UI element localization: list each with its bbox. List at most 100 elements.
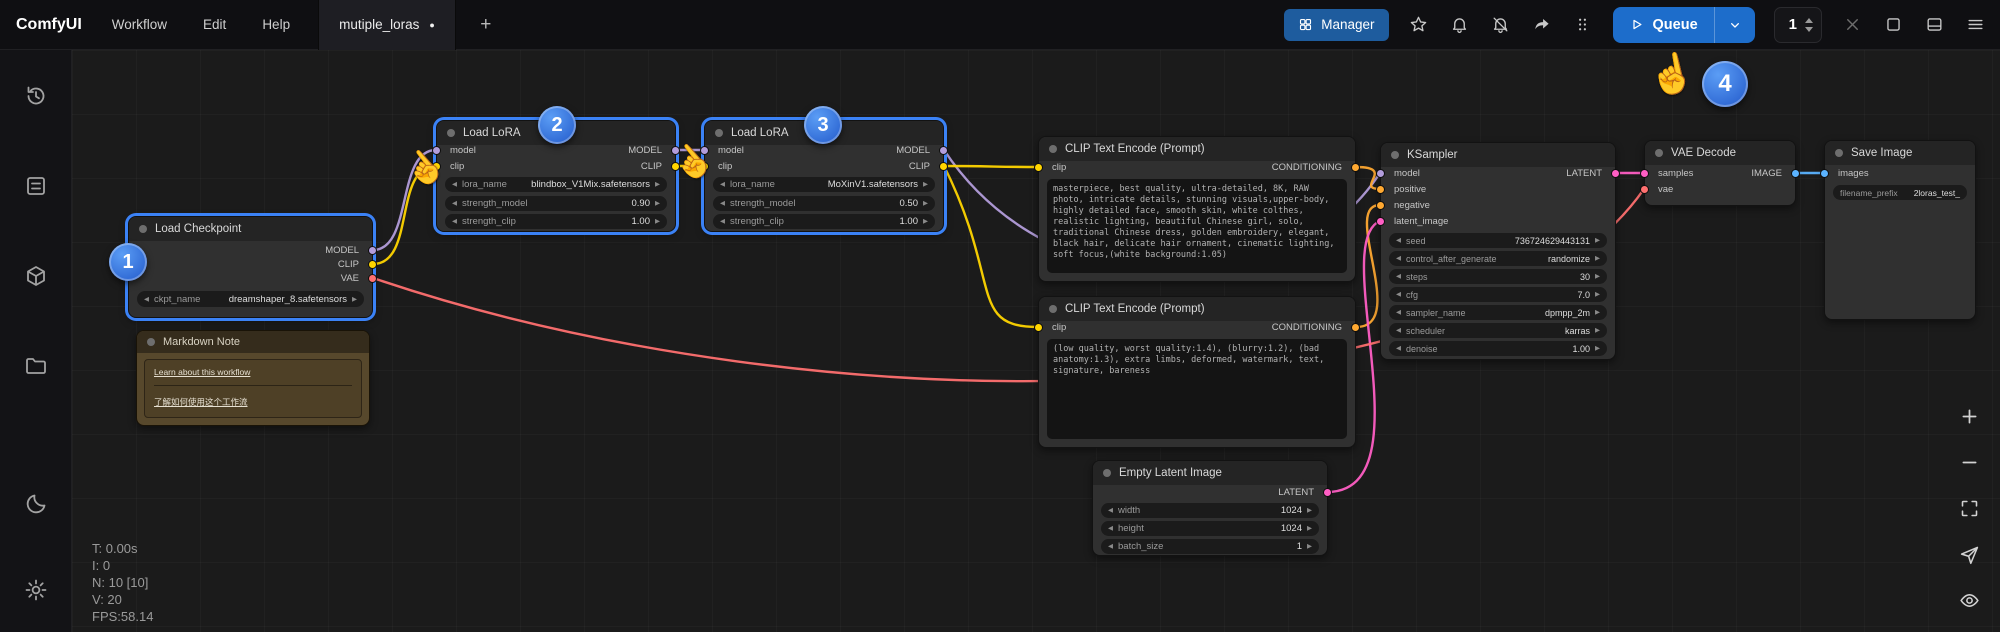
- model-output-port[interactable]: [939, 146, 948, 155]
- positive-input-port[interactable]: [1376, 185, 1385, 194]
- widget-lora-name[interactable]: ◀ lora_name blindbox_V1Mix.safetensors ▶: [445, 177, 667, 192]
- fit-view-button[interactable]: [1951, 490, 1987, 526]
- manager-button[interactable]: Manager: [1284, 8, 1389, 41]
- node-clip-negative-header[interactable]: CLIP Text Encode (Prompt): [1039, 297, 1355, 321]
- collapse-dot-icon[interactable]: [1835, 149, 1843, 157]
- workflow-history-button[interactable]: [16, 76, 56, 116]
- decrement-icon[interactable]: ◀: [452, 196, 457, 211]
- model-library-button[interactable]: [16, 256, 56, 296]
- increment-icon[interactable]: ▶: [1307, 521, 1312, 536]
- widget-batch-size[interactable]: ◀ batch_size 1 ▶: [1101, 539, 1319, 554]
- widget-strength-clip[interactable]: ◀ strength_clip 1.00 ▶: [445, 214, 667, 229]
- node-vae-decode-header[interactable]: VAE Decode: [1645, 141, 1795, 165]
- decrement-icon[interactable]: ◀: [1108, 503, 1113, 518]
- workflow-doc-link-zh[interactable]: 了解如何使用这个工作流: [154, 396, 352, 408]
- node-clip-positive-header[interactable]: CLIP Text Encode (Prompt): [1039, 137, 1355, 161]
- queue-button[interactable]: Queue: [1613, 7, 1714, 43]
- vae-output-port[interactable]: [368, 274, 377, 283]
- theme-toggle-button[interactable]: [16, 484, 56, 524]
- image-output-port[interactable]: [1791, 169, 1800, 178]
- next-value-icon[interactable]: ▶: [1595, 251, 1600, 266]
- node-library-button[interactable]: [16, 166, 56, 206]
- node-save-image[interactable]: Save Image images filename_prefix 2loras…: [1820, 140, 1976, 320]
- bottom-panel-button[interactable]: [1923, 14, 1945, 36]
- widget-denoise[interactable]: ◀ denoise 1.00 ▶: [1389, 341, 1607, 356]
- latent-output-port[interactable]: [1323, 488, 1332, 497]
- next-value-icon[interactable]: ▶: [655, 177, 660, 192]
- widget-width[interactable]: ◀ width 1024 ▶: [1101, 503, 1319, 518]
- menu-edit[interactable]: Edit: [203, 17, 226, 32]
- decrement-icon[interactable]: ◀: [720, 196, 725, 211]
- negative-prompt-textarea[interactable]: (low quality, worst quality:1.4), (blurr…: [1047, 339, 1347, 439]
- widget-control-after-generate[interactable]: ◀ control_after_generate randomize ▶: [1389, 251, 1607, 266]
- widget-seed[interactable]: ◀ seed 736724629443131 ▶: [1389, 233, 1607, 248]
- increment-icon[interactable]: ▶: [1595, 341, 1600, 356]
- main-menu-button[interactable]: [1964, 14, 1986, 36]
- widget-ckpt-name[interactable]: ◀ ckpt_name dreamshaper_8.safetensors ▶: [137, 291, 364, 307]
- workflows-browser-button[interactable]: [16, 346, 56, 386]
- decrement-icon[interactable]: ◀: [1396, 287, 1401, 302]
- widget-strength-clip[interactable]: ◀ strength_clip 1.00 ▶: [713, 214, 935, 229]
- node-save-image-header[interactable]: Save Image: [1825, 141, 1975, 165]
- node-ksampler-header[interactable]: KSampler: [1381, 143, 1615, 167]
- clip-input-port[interactable]: [1034, 163, 1043, 172]
- decrement-icon[interactable]: ◀: [452, 214, 457, 229]
- interrupt-button[interactable]: [1841, 14, 1863, 36]
- collapse-dot-icon[interactable]: [1049, 305, 1057, 313]
- collapse-dot-icon[interactable]: [139, 225, 147, 233]
- latent-output-port[interactable]: [1611, 169, 1620, 178]
- share-button[interactable]: [1531, 14, 1553, 36]
- increment-icon[interactable]: ▶: [923, 214, 928, 229]
- node-clip-text-encode-positive[interactable]: CLIP Text Encode (Prompt) clip CONDITION…: [1034, 136, 1360, 282]
- widget-scheduler[interactable]: ◀ scheduler karras ▶: [1389, 323, 1607, 338]
- notifications-off-button[interactable]: [1490, 14, 1512, 36]
- widget-strength-model[interactable]: ◀ strength_model 0.90 ▶: [445, 196, 667, 211]
- widget-height[interactable]: ◀ height 1024 ▶: [1101, 521, 1319, 536]
- collapse-dot-icon[interactable]: [1655, 149, 1663, 157]
- decrement-icon[interactable]: ◀: [1396, 341, 1401, 356]
- latent-image-input-port[interactable]: [1376, 217, 1385, 226]
- prev-value-icon[interactable]: ◀: [144, 292, 149, 307]
- increment-icon[interactable]: ▶: [923, 196, 928, 211]
- next-value-icon[interactable]: ▶: [1595, 305, 1600, 320]
- collapse-dot-icon[interactable]: [447, 129, 455, 137]
- notifications-button[interactable]: [1449, 14, 1471, 36]
- new-workflow-button[interactable]: +: [472, 14, 500, 36]
- widget-steps[interactable]: ◀ steps 30 ▶: [1389, 269, 1607, 284]
- workflow-doc-link-en[interactable]: Learn about this workflow: [154, 367, 352, 377]
- clip-output-port[interactable]: [368, 260, 377, 269]
- count-decrement-button[interactable]: [1805, 26, 1813, 32]
- decrement-icon[interactable]: ◀: [1108, 521, 1113, 536]
- node-empty-latent-header[interactable]: Empty Latent Image: [1093, 461, 1327, 485]
- prev-value-icon[interactable]: ◀: [1396, 251, 1401, 266]
- queue-options-button[interactable]: [1715, 7, 1755, 43]
- node-load-checkpoint[interactable]: Load Checkpoint MODEL CLIP VAE ◀ ckpt_na…: [128, 216, 377, 318]
- increment-icon[interactable]: ▶: [1595, 233, 1600, 248]
- prev-value-icon[interactable]: ◀: [1396, 323, 1401, 338]
- menu-workflow[interactable]: Workflow: [112, 17, 167, 32]
- node-markdown-note[interactable]: Markdown Note Learn about this workflow …: [136, 330, 370, 426]
- decrement-icon[interactable]: ◀: [1396, 269, 1401, 284]
- prev-value-icon[interactable]: ◀: [452, 177, 457, 192]
- positive-prompt-textarea[interactable]: masterpiece, best quality, ultra-detaile…: [1047, 179, 1347, 273]
- negative-input-port[interactable]: [1376, 201, 1385, 210]
- node-markdown-note-header[interactable]: Markdown Note: [137, 331, 369, 353]
- collapse-dot-icon[interactable]: [1103, 469, 1111, 477]
- next-value-icon[interactable]: ▶: [1595, 323, 1600, 338]
- settings-button[interactable]: [16, 570, 56, 610]
- increment-icon[interactable]: ▶: [1595, 287, 1600, 302]
- zoom-in-button[interactable]: [1951, 398, 1987, 434]
- node-empty-latent-image[interactable]: Empty Latent Image LATENT ◀ width 1024 ▶…: [1092, 460, 1332, 556]
- samples-input-port[interactable]: [1640, 169, 1649, 178]
- increment-icon[interactable]: ▶: [655, 196, 660, 211]
- model-input-port[interactable]: [1376, 169, 1385, 178]
- decrement-icon[interactable]: ◀: [1108, 539, 1113, 554]
- node-ksampler[interactable]: KSampler model positive negative latent_…: [1376, 142, 1620, 360]
- select-mode-button[interactable]: [1951, 536, 1987, 572]
- collapse-dot-icon[interactable]: [715, 129, 723, 137]
- zoom-out-button[interactable]: [1951, 444, 1987, 480]
- prev-value-icon[interactable]: ◀: [720, 177, 725, 192]
- decrement-icon[interactable]: ◀: [720, 214, 725, 229]
- conditioning-output-port[interactable]: [1351, 323, 1360, 332]
- clip-output-port[interactable]: [939, 162, 948, 171]
